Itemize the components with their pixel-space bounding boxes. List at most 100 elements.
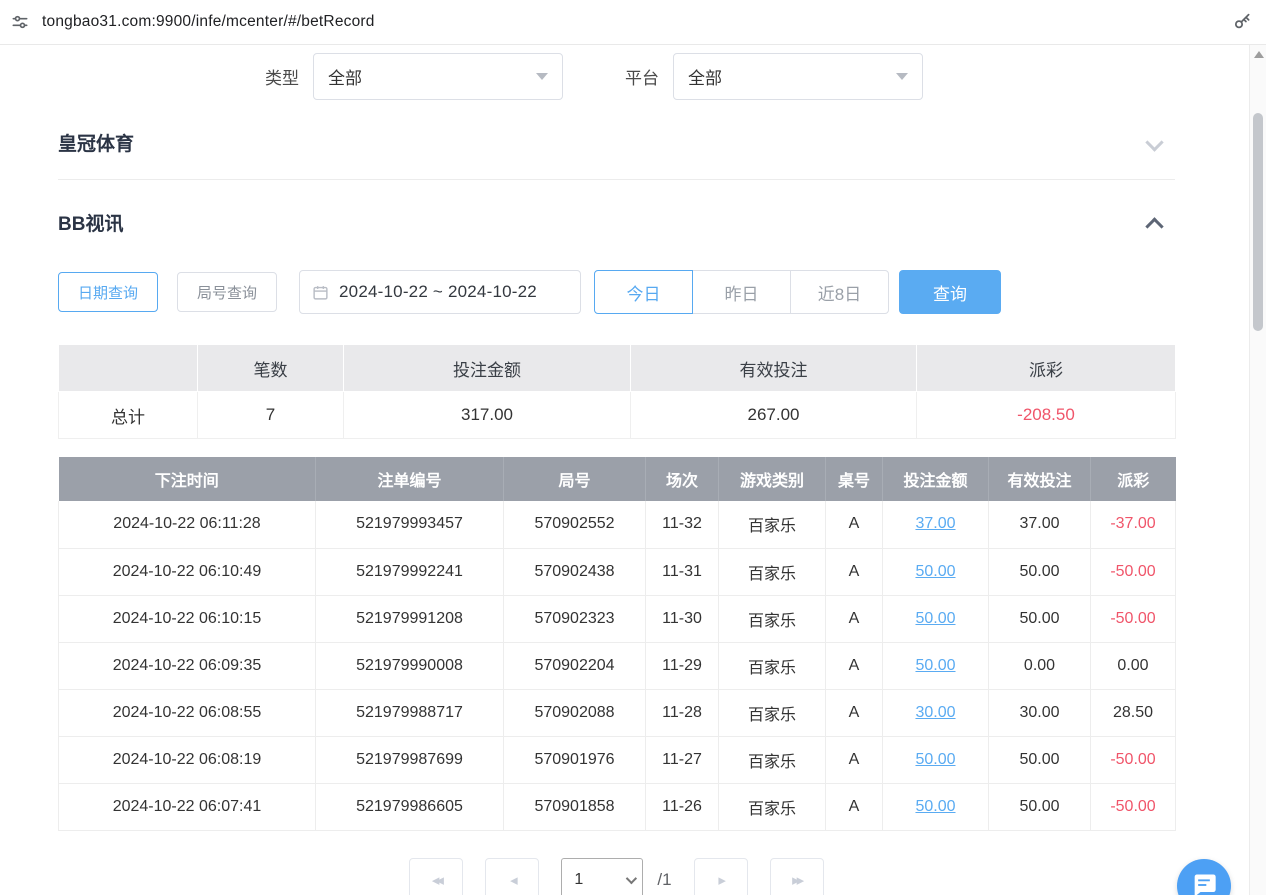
header-bet-amount: 投注金额 [883,457,989,501]
header-bet-no: 注单编号 [316,457,504,501]
header-table-no: 桌号 [826,457,883,501]
vertical-scrollbar[interactable] [1249,45,1266,895]
cell-payout: -50.00 [1091,783,1176,830]
summary-bet-amount-value: 317.00 [344,392,631,439]
scroll-up-arrow-icon[interactable] [1254,51,1264,58]
section-bb-video[interactable]: BB视讯 [58,204,1175,240]
bet-amount-link[interactable]: 50.00 [915,610,955,627]
table-row: 2024-10-22 06:09:35 521979990008 5709022… [59,642,1176,689]
bet-amount-link[interactable]: 50.00 [915,563,955,580]
calendar-icon [312,284,329,301]
cell-bet-time: 2024-10-22 06:07:41 [59,783,316,830]
cell-table-no: A [826,736,883,783]
scrollbar-thumb[interactable] [1253,113,1263,331]
browser-address-bar: tongbao31.com:9900/infe/mcenter/#/betRec… [0,0,1266,45]
cell-session: 11-29 [646,642,719,689]
cell-valid-bet: 50.00 [989,736,1091,783]
type-filter-value: 全部 [328,64,362,89]
cell-bet-time: 2024-10-22 06:11:28 [59,501,316,548]
date-query-button[interactable]: 日期查询 [58,272,158,312]
cell-payout: -50.00 [1091,736,1176,783]
platform-filter-label: 平台 [625,64,659,89]
cell-session: 11-31 [646,548,719,595]
summary-header-count: 笔数 [198,345,344,392]
cell-game-type: 百家乐 [719,783,826,830]
round-query-button[interactable]: 局号查询 [177,272,277,312]
cell-bet-amount: 50.00 [883,595,989,642]
cell-bet-no: 521979993457 [316,501,504,548]
summary-header-bet-amount: 投注金额 [344,345,631,392]
summary-header-blank [59,345,198,392]
password-key-icon[interactable] [1230,10,1254,34]
cell-valid-bet: 50.00 [989,595,1091,642]
platform-filter-select[interactable]: 全部 [673,53,923,100]
bet-amount-link[interactable]: 50.00 [915,798,955,815]
header-bet-time: 下注时间 [59,457,316,501]
cell-game-type: 百家乐 [719,595,826,642]
bet-amount-link[interactable]: 30.00 [915,704,955,721]
summary-header-valid-bet: 有效投注 [631,345,917,392]
page-total-label: /1 [657,870,671,890]
cell-bet-amount: 50.00 [883,783,989,830]
date-range-value: 2024-10-22 ~ 2024-10-22 [339,282,537,302]
cell-bet-time: 2024-10-22 06:10:49 [59,548,316,595]
quick-date-group: 今日 昨日 近8日 [594,270,889,314]
bet-amount-link[interactable]: 37.00 [915,515,955,532]
cell-valid-bet: 50.00 [989,783,1091,830]
cell-bet-time: 2024-10-22 06:08:55 [59,689,316,736]
cell-bet-time: 2024-10-22 06:08:19 [59,736,316,783]
header-game-type: 游戏类别 [719,457,826,501]
chevron-down-icon [536,73,548,80]
last-page-button[interactable]: ▸▸ [770,858,824,895]
cell-session: 11-27 [646,736,719,783]
last-8-days-button[interactable]: 近8日 [790,270,889,314]
cell-bet-no: 521979992241 [316,548,504,595]
cell-bet-amount: 50.00 [883,548,989,595]
summary-count-value: 7 [198,392,344,439]
next-page-button[interactable]: ▸ [694,858,748,895]
crown-sports-title: 皇冠体育 [58,129,134,156]
bet-amount-link[interactable]: 50.00 [915,751,955,768]
cell-bet-amount: 30.00 [883,689,989,736]
cell-bet-amount: 50.00 [883,736,989,783]
cell-bet-no: 521979991208 [316,595,504,642]
yesterday-button[interactable]: 昨日 [692,270,791,314]
header-payout: 派彩 [1091,457,1176,501]
header-round-no: 局号 [504,457,646,501]
bet-amount-link[interactable]: 50.00 [915,657,955,674]
table-row: 2024-10-22 06:10:15 521979991208 5709023… [59,595,1176,642]
cell-session: 11-32 [646,501,719,548]
summary-table: 笔数 投注金额 有效投注 派彩 总计 7 317.00 267.00 -208.… [58,344,1176,439]
cell-bet-no: 521979990008 [316,642,504,689]
chevron-down-icon[interactable] [1145,133,1163,151]
table-row: 2024-10-22 06:08:19 521979987699 5709019… [59,736,1176,783]
url-text[interactable]: tongbao31.com:9900/infe/mcenter/#/betRec… [42,13,1230,31]
filter-row: 类型 全部 平台 全部 [265,53,1175,100]
section-divider [58,179,1175,180]
type-filter-select[interactable]: 全部 [313,53,563,100]
prev-page-button[interactable]: ◂ [485,858,539,895]
chat-icon [1190,871,1218,895]
cell-valid-bet: 50.00 [989,548,1091,595]
site-info-icon[interactable] [8,10,32,34]
cell-table-no: A [826,689,883,736]
cell-session: 11-26 [646,783,719,830]
cell-payout: 28.50 [1091,689,1176,736]
chat-support-button[interactable] [1177,859,1231,895]
today-button[interactable]: 今日 [594,270,693,314]
page-select[interactable]: 1 [561,858,643,895]
cell-valid-bet: 37.00 [989,501,1091,548]
cell-game-type: 百家乐 [719,548,826,595]
section-crown-sports[interactable]: 皇冠体育 [58,124,1175,160]
cell-bet-no: 521979987699 [316,736,504,783]
date-range-picker[interactable]: 2024-10-22 ~ 2024-10-22 [299,270,581,314]
cell-round-no: 570902552 [504,501,646,548]
cell-game-type: 百家乐 [719,642,826,689]
query-button[interactable]: 查询 [899,270,1001,314]
cell-table-no: A [826,595,883,642]
summary-header-row: 笔数 投注金额 有效投注 派彩 [59,345,1176,392]
chevron-up-icon[interactable] [1145,217,1163,235]
cell-valid-bet: 30.00 [989,689,1091,736]
bet-record-page: 类型 全部 平台 全部 皇冠体育 BB视讯 日期查询 局号查询 [0,45,1249,895]
first-page-button[interactable]: ◂◂ [409,858,463,895]
